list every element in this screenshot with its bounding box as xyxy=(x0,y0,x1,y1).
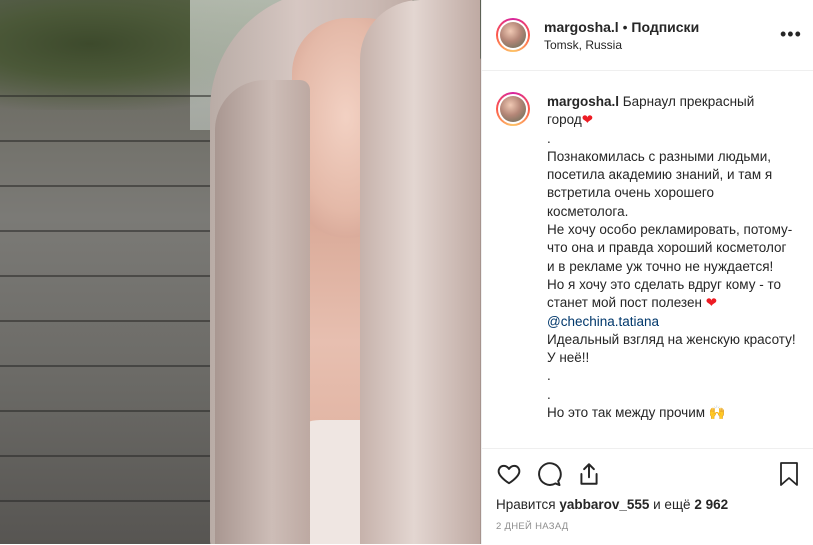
caption-line: Идеальный взгляд на женскую красоту! У н… xyxy=(547,331,796,366)
post-header: margosha.l • Подписки Tomsk, Russia ••• xyxy=(482,0,813,71)
post-photo[interactable] xyxy=(0,0,481,544)
post-location[interactable]: Tomsk, Russia xyxy=(544,38,622,52)
likes-middle: и ещё xyxy=(649,497,695,512)
header-separator: • xyxy=(618,19,632,35)
mention-link[interactable]: @chechina.tatiana xyxy=(547,313,797,331)
post-caption: margosha.l Барнаул прекрасный город❤ . П… xyxy=(547,93,797,422)
share-icon[interactable] xyxy=(576,461,602,487)
caption-username[interactable]: margosha.l xyxy=(547,94,619,109)
caption-line: Но я хочу это сделать вдруг кому - то ст… xyxy=(547,276,782,311)
post-actions: Нравится yabbarov_555 и ещё 2 962 2 ДНЕЙ… xyxy=(482,448,813,545)
likes-summary[interactable]: Нравится yabbarov_555 и ещё 2 962 xyxy=(496,497,728,512)
caption-line: город xyxy=(547,112,582,128)
post-date[interactable]: 2 ДНЕЙ НАЗАД xyxy=(496,521,569,532)
caption-line: Но это так между прочим xyxy=(547,405,706,421)
raised-hands-emoji-icon: 🙌 xyxy=(708,405,726,421)
hair-strands-left xyxy=(215,80,310,544)
header-username[interactable]: margosha.l xyxy=(544,19,619,35)
header-user-line: margosha.l • Подписки xyxy=(544,19,699,35)
caption-area: margosha.l Барнаул прекрасный город❤ . П… xyxy=(482,86,813,448)
caption-line: Познакомилась с разными людьми, посетила… xyxy=(547,148,773,219)
follow-status-button[interactable]: Подписки xyxy=(631,19,699,35)
caption-line: . xyxy=(547,386,551,402)
avatar[interactable] xyxy=(496,18,530,52)
likes-count[interactable]: 2 962 xyxy=(694,497,728,512)
comment-icon[interactable] xyxy=(536,461,562,487)
heart-icon[interactable] xyxy=(496,461,522,487)
heart-emoji-icon: ❤ xyxy=(581,112,594,128)
heart-emoji-icon: ❤ xyxy=(705,295,718,311)
caption-line: Не хочу особо рекламировать, потому- что… xyxy=(547,222,793,274)
liker-username[interactable]: yabbarov_555 xyxy=(559,497,649,512)
likes-prefix: Нравится xyxy=(496,497,560,512)
post-side-panel: margosha.l • Подписки Tomsk, Russia ••• … xyxy=(482,0,813,544)
caption-avatar[interactable] xyxy=(496,92,530,126)
caption-line: . xyxy=(547,130,551,146)
hair-strands-front xyxy=(360,0,480,544)
bookmark-icon[interactable] xyxy=(777,461,801,487)
caption-line: . xyxy=(547,368,551,384)
caption-line: Барнаул прекрасный xyxy=(622,94,755,109)
more-options-icon[interactable]: ••• xyxy=(780,24,802,45)
